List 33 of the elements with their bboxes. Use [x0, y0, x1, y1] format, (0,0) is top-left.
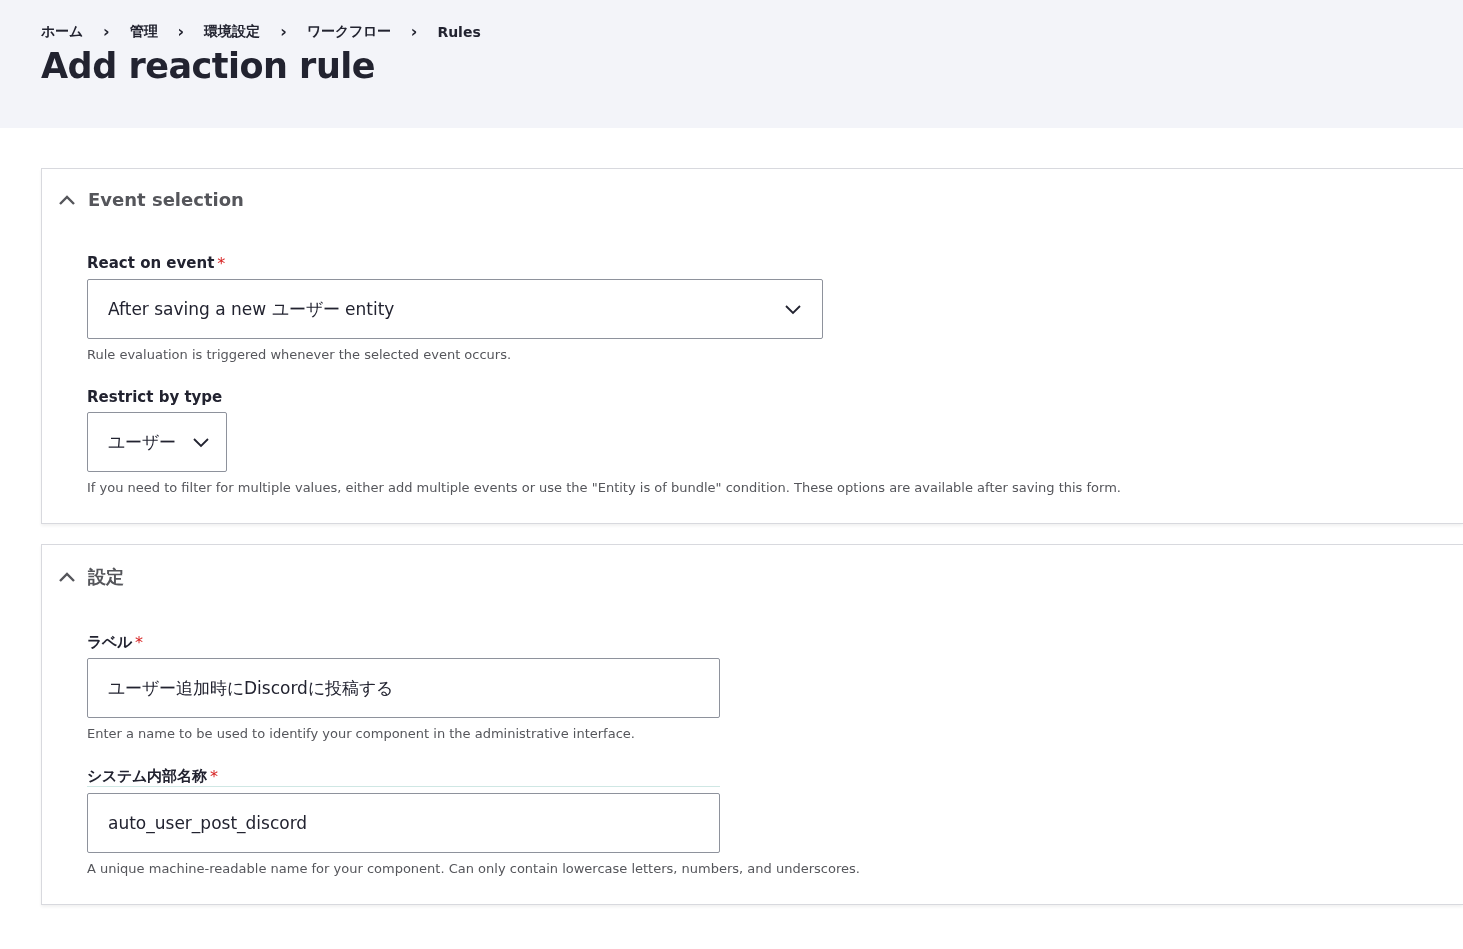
panel-title: 設定 [88, 565, 124, 589]
chevron-down-icon [192, 436, 210, 448]
breadcrumb-link[interactable]: ホーム [41, 22, 83, 41]
required-mark: * [210, 767, 218, 786]
field-label: Restrict by type [87, 388, 223, 406]
field-description: Enter a name to be used to identify your component in the administrative interface. [87, 726, 636, 741]
field-description: If you need to filter for multiple values, either add multiple events or use the "Entity is of bundle" condition. These options are available after saving this form. [87, 480, 1122, 495]
panel-title: Event selection [88, 189, 244, 210]
field-label: ラベル [87, 633, 132, 652]
page-title: Add reaction rule [41, 47, 377, 86]
breadcrumb-link[interactable]: 環境設定 [204, 22, 261, 41]
text-input[interactable]: ユーザー追加時にDiscordに投稿する [87, 658, 720, 718]
chevron-icon [58, 193, 76, 206]
chevron-icon [58, 571, 76, 583]
chevron-down-icon [784, 303, 802, 315]
panel-summary[interactable]: Event selection [42, 169, 1463, 210]
select-field[interactable]: After saving a new ユーザー entity [87, 279, 823, 339]
breadcrumb-separator: › [103, 22, 110, 41]
breadcrumb-separator: › [280, 22, 287, 41]
field-description: Rule evaluation is triggered whenever the selected event occurs. [87, 347, 513, 362]
breadcrumb-separator: › [177, 22, 185, 41]
required-mark: * [217, 254, 226, 273]
field-description: A unique machine-readable name for your component. Can only contain lowercase letters, numbers, and underscores. [87, 861, 861, 876]
panel-summary[interactable]: 設定 [42, 545, 1463, 589]
field-label: React on event [87, 254, 215, 272]
breadcrumb-link[interactable]: ワークフロー [306, 22, 391, 41]
select-field[interactable]: ユーザー [87, 412, 227, 472]
breadcrumb-link[interactable]: 管理 [129, 22, 158, 41]
text-input[interactable]: auto_user_post_discord [87, 793, 720, 853]
breadcrumb-separator: › [410, 22, 418, 41]
field-label: システム内部名称 [87, 767, 207, 786]
breadcrumb-link[interactable]: Rules [437, 23, 481, 40]
required-mark: * [135, 633, 143, 652]
